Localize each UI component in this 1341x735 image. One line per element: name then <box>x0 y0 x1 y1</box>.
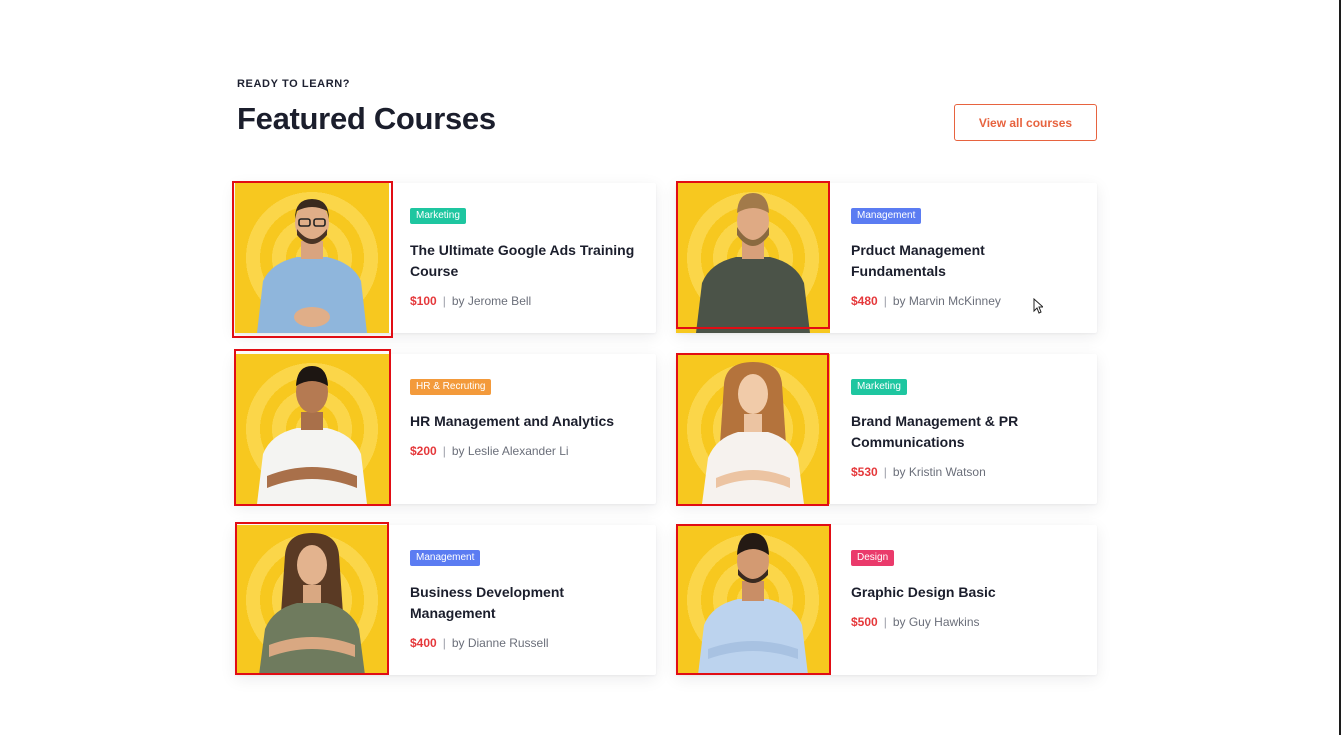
featured-courses-page: READY TO LEARN? Featured Courses View al… <box>0 0 1341 735</box>
category-tag[interactable]: Design <box>851 550 895 566</box>
instructor-photo[interactable] <box>235 525 389 675</box>
page-title: Featured Courses <box>237 101 496 136</box>
person-illustration <box>257 366 367 504</box>
course-card[interactable]: HR & Recruting HR Management and Analyti… <box>235 354 656 504</box>
category-tag[interactable]: Marketing <box>410 208 466 224</box>
course-title[interactable]: Graphic Design Basic <box>851 582 1081 603</box>
course-author: by Marvin McKinney <box>892 294 1001 308</box>
course-author: by Jerome Bell <box>451 294 532 308</box>
person-illustration <box>702 362 804 504</box>
person-illustration <box>696 193 810 333</box>
person-illustration <box>257 199 367 333</box>
section-eyebrow: READY TO LEARN? <box>237 78 351 90</box>
mouse-cursor-icon <box>1033 298 1043 314</box>
course-price: $480 <box>851 294 878 308</box>
instructor-photo[interactable] <box>676 354 830 504</box>
course-price: $530 <box>851 465 878 479</box>
course-title[interactable]: Brand Management & PR Communications <box>851 411 1081 453</box>
course-title[interactable]: Business Development Management <box>410 582 640 624</box>
instructor-photo[interactable] <box>676 183 830 333</box>
instructor-photo[interactable] <box>235 354 389 504</box>
course-card[interactable]: Management Business Development Manageme… <box>235 525 656 675</box>
person-illustration <box>259 533 365 675</box>
category-tag[interactable]: Management <box>851 208 922 224</box>
meta-separator: | <box>442 294 446 308</box>
meta-separator: | <box>883 465 887 479</box>
meta-separator: | <box>442 636 446 650</box>
course-author: by Leslie Alexander Li <box>451 444 569 458</box>
category-tag[interactable]: Marketing <box>851 379 907 395</box>
course-card[interactable]: Marketing Brand Management & PR Communic… <box>676 354 1097 504</box>
course-title[interactable]: Prduct Management Fundamentals <box>851 240 1081 282</box>
view-all-courses-button[interactable]: View all courses <box>954 104 1097 141</box>
course-price: $400 <box>410 636 437 650</box>
course-card[interactable]: Marketing The Ultimate Google Ads Traini… <box>235 183 656 333</box>
course-price: $500 <box>851 615 878 629</box>
course-author: by Kristin Watson <box>892 465 986 479</box>
course-author: by Dianne Russell <box>451 636 549 650</box>
meta-separator: | <box>442 444 446 458</box>
course-card[interactable]: Design Graphic Design Basic $500 | by Gu… <box>676 525 1097 675</box>
course-price: $200 <box>410 444 437 458</box>
person-illustration <box>698 533 808 675</box>
course-title[interactable]: HR Management and Analytics <box>410 411 640 432</box>
meta-separator: | <box>883 615 887 629</box>
course-price: $100 <box>410 294 437 308</box>
course-title[interactable]: The Ultimate Google Ads Training Course <box>410 240 640 282</box>
meta-separator: | <box>883 294 887 308</box>
category-tag[interactable]: Management <box>410 550 481 566</box>
category-tag[interactable]: HR & Recruting <box>410 379 492 395</box>
instructor-photo[interactable] <box>676 525 830 675</box>
course-author: by Guy Hawkins <box>892 615 980 629</box>
instructor-photo[interactable] <box>235 183 389 333</box>
